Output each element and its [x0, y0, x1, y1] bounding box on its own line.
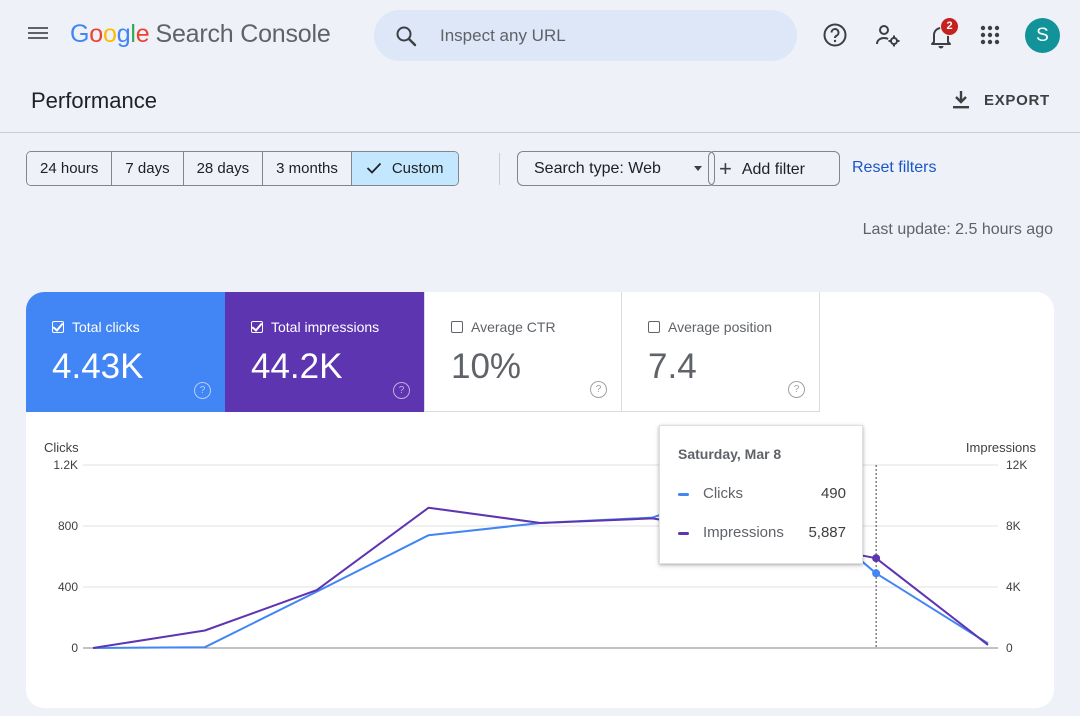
chart-tooltip: Saturday, Mar 8 Clicks 490 Impressions 5,8… — [659, 425, 863, 564]
metric-label: Total impressions — [251, 319, 379, 335]
manage-users-icon[interactable] — [874, 22, 902, 50]
checkbox-checked-icon[interactable] — [251, 321, 263, 333]
date-range-selector: 24 hours 7 days 28 days 3 months Custom — [26, 151, 459, 186]
metric-label-text: Total impressions — [271, 319, 380, 335]
checkbox-unchecked-icon[interactable] — [648, 321, 660, 333]
metric-label: Average position — [648, 319, 772, 335]
brand-letter: o — [102, 20, 117, 48]
export-label: EXPORT — [984, 91, 1050, 109]
right-tick-label: 12K — [1006, 458, 1027, 472]
metric-value: 4.43K — [52, 347, 144, 386]
left-tick-label: 400 — [58, 580, 78, 594]
checkbox-checked-icon[interactable] — [52, 321, 64, 333]
search-type-dropdown[interactable]: Search type: Web — [517, 151, 715, 186]
add-filter-label: Add filter — [741, 161, 805, 178]
metric-value: 44.2K — [251, 347, 343, 386]
search-input[interactable] — [438, 23, 772, 49]
range-custom-label: Custom — [391, 160, 444, 177]
highlight-point-impressions — [872, 554, 881, 563]
tooltip-row-clicks: Clicks 490 — [678, 485, 846, 502]
avatar[interactable]: S — [1025, 18, 1060, 53]
help-icon[interactable] — [822, 22, 850, 50]
help-icon[interactable]: ? — [194, 382, 211, 399]
metric-average-position[interactable]: Average position 7.4 ? — [622, 292, 820, 412]
notification-badge: 2 — [940, 17, 959, 36]
metric-label: Total clicks — [52, 319, 140, 335]
metric-label: Average CTR — [451, 319, 556, 335]
download-icon — [953, 91, 969, 109]
filter-divider — [499, 153, 500, 185]
highlight-point-clicks — [872, 569, 881, 578]
right-axis-title: Impressions — [966, 440, 1037, 455]
chevron-down-icon — [694, 166, 702, 171]
search-icon — [396, 26, 417, 47]
help-icon[interactable]: ? — [590, 381, 607, 398]
brand-letter: e — [135, 20, 150, 48]
impressions-swatch — [678, 531, 689, 535]
check-icon — [366, 162, 381, 174]
product-name: Search Console — [155, 20, 331, 48]
left-tick-label: 0 — [71, 641, 78, 655]
metric-label-text: Average CTR — [471, 319, 556, 335]
performance-card: Total clicks 4.43K ? Total impressions 4… — [26, 292, 1054, 708]
menu-icon[interactable] — [28, 24, 50, 46]
tooltip-label: Clicks — [703, 485, 743, 502]
range-custom[interactable]: Custom — [351, 152, 458, 185]
tooltip-row-impressions: Impressions 5,887 — [678, 524, 846, 541]
last-update-text: Last update: 2.5 hours ago — [862, 221, 1053, 238]
metric-value: 7.4 — [648, 347, 697, 386]
right-tick-label: 8K — [1006, 519, 1021, 533]
add-filter-button[interactable]: + Add filter — [708, 151, 840, 186]
tooltip-value: 490 — [820, 485, 846, 502]
brand-logo[interactable]: Google Search Console — [70, 20, 331, 49]
tooltip-value: 5,887 — [808, 524, 846, 541]
apps-grid-icon[interactable] — [977, 22, 1005, 50]
search-type-label: Search type: Web — [534, 160, 661, 177]
right-tick-label: 4K — [1006, 580, 1021, 594]
tooltip-label: Impressions — [703, 524, 784, 541]
metric-average-ctr[interactable]: Average CTR 10% ? — [424, 292, 622, 412]
metric-value: 10% — [451, 347, 522, 386]
brand-letter: g — [116, 20, 131, 48]
range-7-days[interactable]: 7 days — [112, 152, 184, 185]
metric-label-text: Average position — [668, 319, 773, 335]
top-app-bar: GoogleSearch Console 2 S — [0, 0, 1080, 72]
left-tick-label: 800 — [58, 519, 78, 533]
url-inspection-search[interactable] — [374, 10, 797, 61]
brand-letter: o — [89, 20, 103, 48]
left-axis-title: Clicks — [44, 440, 79, 455]
plus-icon: + — [719, 156, 732, 181]
help-icon[interactable]: ? — [788, 381, 805, 398]
range-28-days[interactable]: 28 days — [183, 152, 264, 185]
performance-chart[interactable]: Clicks Impressions 0 0 400 4K 800 8K 1.2K 12K — [26, 432, 1054, 708]
range-3-months[interactable]: 3 months — [263, 152, 352, 185]
export-button[interactable]: EXPORT — [950, 89, 1050, 111]
brand-letter: G — [70, 20, 90, 48]
metric-total-clicks[interactable]: Total clicks 4.43K ? — [26, 292, 225, 412]
clicks-swatch — [678, 492, 689, 496]
help-icon[interactable]: ? — [393, 382, 410, 399]
metric-label-text: Total clicks — [72, 319, 140, 335]
checkbox-unchecked-icon[interactable] — [451, 321, 463, 333]
right-tick-label: 0 — [1006, 641, 1013, 655]
range-24-hours[interactable]: 24 hours — [27, 152, 113, 185]
left-tick-label: 1.2K — [53, 458, 78, 472]
reset-filters-link[interactable]: Reset filters — [852, 159, 936, 177]
header-divider — [0, 132, 1080, 133]
metric-total-impressions[interactable]: Total impressions 44.2K ? — [225, 292, 424, 412]
tooltip-date: Saturday, Mar 8 — [678, 446, 782, 462]
page-title: Performance — [31, 88, 157, 113]
